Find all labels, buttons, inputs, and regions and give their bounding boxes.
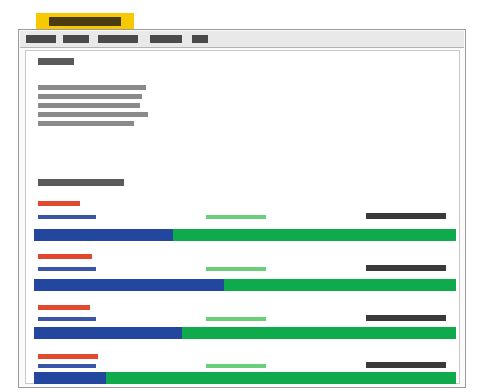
device-detail	[38, 215, 96, 219]
usage-bar	[34, 279, 456, 291]
info-line	[38, 112, 148, 117]
app-title-tab[interactable]	[36, 13, 134, 30]
usage-bar-used	[34, 327, 182, 339]
menu-item-1[interactable]	[26, 35, 56, 43]
info-title	[38, 58, 74, 65]
info-line	[38, 85, 146, 90]
info-line	[38, 94, 142, 99]
app-title	[49, 17, 121, 26]
free-space-label	[206, 317, 266, 321]
device-detail	[38, 364, 96, 368]
capacity-label	[366, 362, 446, 368]
info-line	[38, 103, 140, 108]
usage-bar	[34, 229, 456, 241]
device-name	[38, 354, 98, 359]
usage-bar	[34, 372, 456, 384]
info-line	[38, 121, 134, 126]
menu-item-5[interactable]	[192, 35, 208, 43]
usage-bar-used	[34, 229, 174, 241]
menu-item-2[interactable]	[63, 35, 89, 43]
device-name	[38, 201, 80, 206]
capacity-label	[366, 315, 446, 321]
free-space-label	[206, 267, 266, 271]
menu-item-4[interactable]	[150, 35, 182, 43]
menu-item-3[interactable]	[98, 35, 138, 43]
device-name	[38, 305, 90, 310]
devices-title	[38, 179, 124, 186]
menu-bar	[20, 31, 464, 48]
main-window	[18, 29, 466, 388]
device-detail	[38, 317, 96, 321]
capacity-label	[366, 213, 446, 219]
usage-bar-used	[34, 279, 224, 291]
usage-bar-used	[34, 372, 106, 384]
device-name	[38, 254, 92, 259]
device-detail	[38, 267, 96, 271]
capacity-label	[366, 265, 446, 271]
usage-bar	[34, 327, 456, 339]
free-space-label	[206, 215, 266, 219]
free-space-label	[206, 364, 266, 368]
content-panel	[25, 50, 460, 384]
